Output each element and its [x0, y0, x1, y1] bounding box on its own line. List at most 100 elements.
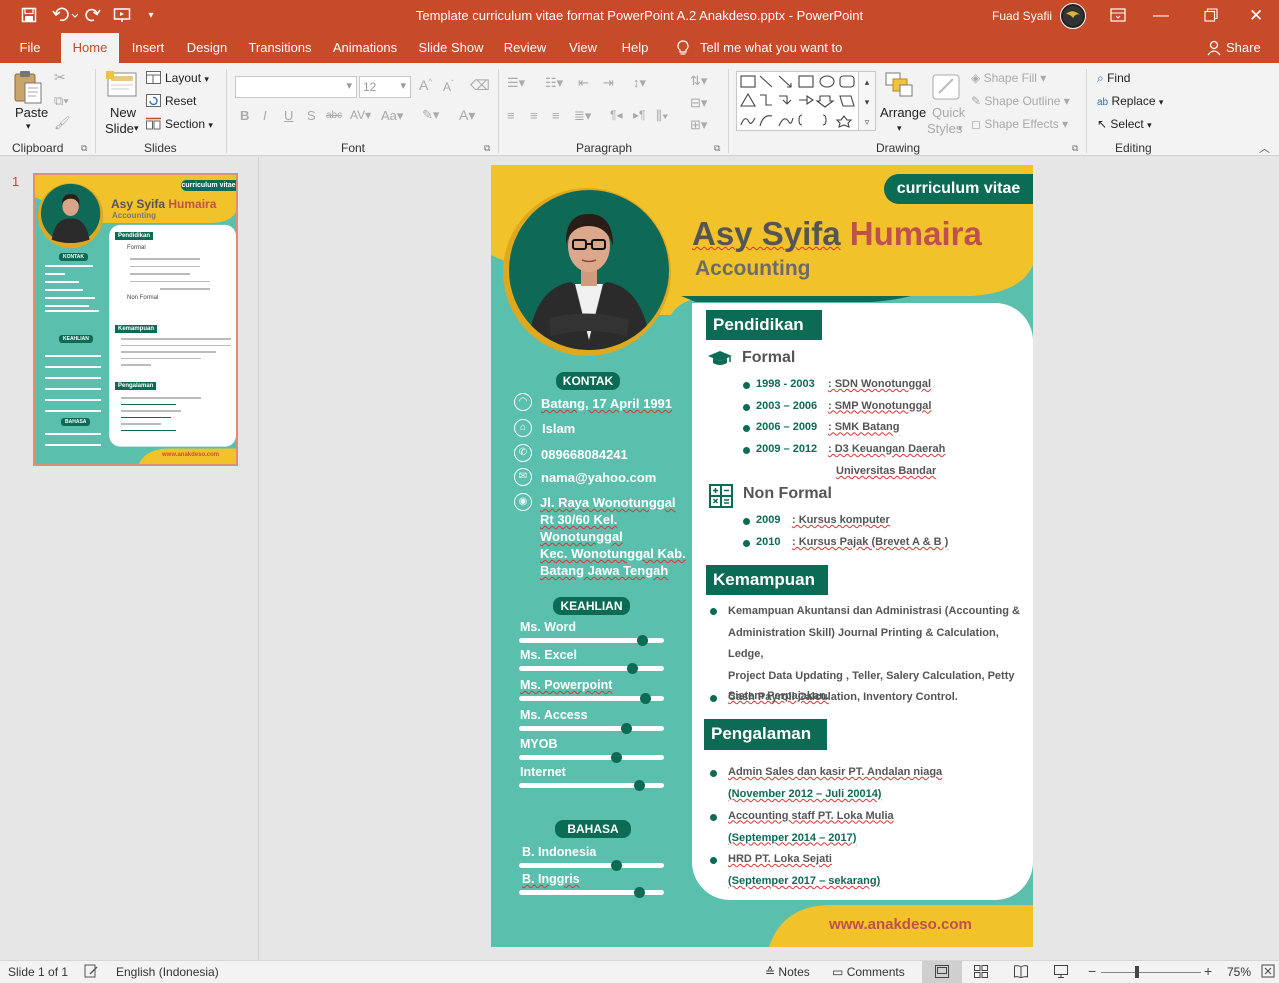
strikethrough-icon[interactable]: abc: [326, 110, 342, 121]
new-slide-icon[interactable]: [105, 70, 139, 103]
paragraph-launcher-icon[interactable]: ⧉: [714, 143, 720, 154]
character-spacing-icon[interactable]: AV▾: [350, 108, 371, 122]
align-center-icon[interactable]: ≡: [530, 108, 538, 123]
restore-icon[interactable]: [1204, 8, 1218, 25]
shapes-gallery[interactable]: [736, 71, 876, 131]
find-button[interactable]: ⌕ Find: [1097, 71, 1130, 86]
zoom-level[interactable]: 75%: [1227, 965, 1251, 979]
underline-icon[interactable]: U: [284, 108, 293, 123]
quick-styles-button[interactable]: Quick: [932, 105, 965, 120]
new-slide-button-line2[interactable]: Slide: [105, 121, 134, 136]
quick-styles-icon[interactable]: [931, 71, 963, 104]
minimize-icon[interactable]: —: [1153, 7, 1169, 25]
layout-button[interactable]: Layout ▾: [165, 71, 209, 85]
reset-icon[interactable]: [146, 94, 161, 110]
quick-styles-dropdown-icon[interactable]: ▾: [958, 123, 963, 134]
user-name[interactable]: Fuad Syafii: [992, 9, 1052, 23]
clipboard-launcher-icon[interactable]: ⧉: [81, 143, 87, 154]
bold-icon[interactable]: B: [240, 108, 249, 123]
paste-dropdown-icon[interactable]: ▾: [26, 121, 31, 132]
slide-canvas[interactable]: curriculum vitae Asy Syifa Humaira Accou…: [491, 165, 1033, 947]
tab-animations[interactable]: Animations: [329, 33, 401, 63]
cut-icon[interactable]: ✂: [54, 69, 66, 86]
tab-file[interactable]: File: [12, 33, 48, 63]
slide-sorter-icon[interactable]: [974, 965, 988, 981]
fit-to-window-icon[interactable]: [1261, 964, 1275, 981]
decrease-font-icon[interactable]: Aˇ: [443, 79, 454, 94]
new-slide-button[interactable]: New: [110, 105, 136, 120]
reset-button[interactable]: Reset: [165, 94, 196, 108]
zoom-out-icon[interactable]: −: [1088, 963, 1096, 979]
spellcheck-icon[interactable]: [84, 964, 98, 981]
smartart-icon[interactable]: ⊞▾: [690, 117, 707, 133]
shadow-icon[interactable]: S: [307, 108, 316, 123]
align-right-icon[interactable]: ≡: [552, 108, 560, 123]
change-case-icon[interactable]: Aa▾: [381, 108, 403, 124]
increase-indent-icon[interactable]: ⇥: [603, 75, 614, 91]
share-button[interactable]: Share: [1226, 33, 1261, 63]
zoom-in-icon[interactable]: +: [1204, 963, 1212, 979]
tab-home[interactable]: Home: [61, 33, 119, 63]
close-icon[interactable]: ✕: [1249, 6, 1263, 26]
font-color-icon[interactable]: A▾: [459, 107, 475, 124]
arrange-icon[interactable]: [884, 71, 916, 102]
start-from-beginning-icon[interactable]: [113, 7, 131, 25]
tab-review[interactable]: Review: [501, 33, 549, 63]
language-indicator[interactable]: English (Indonesia): [116, 965, 219, 979]
tab-design[interactable]: Design: [183, 33, 231, 63]
layout-icon[interactable]: [146, 71, 161, 87]
font-size-input[interactable]: 12 ▾: [359, 76, 411, 98]
shapes-scroll[interactable]: ▴ ▾ ▿: [858, 71, 876, 131]
avatar[interactable]: [1060, 3, 1086, 29]
copy-icon[interactable]: ⧉▾: [54, 93, 69, 109]
arrange-dropdown-icon[interactable]: ▾: [897, 123, 902, 134]
redo-icon[interactable]: [84, 7, 102, 25]
font-launcher-icon[interactable]: ⧉: [484, 143, 490, 154]
highlight-icon[interactable]: ✎▾: [422, 107, 439, 123]
undo-icon[interactable]: [50, 7, 80, 25]
clear-formatting-icon[interactable]: ⌫: [470, 77, 490, 94]
zoom-slider[interactable]: [1101, 972, 1201, 973]
align-left-icon[interactable]: ≡: [507, 108, 515, 123]
save-icon[interactable]: [20, 7, 38, 25]
font-name-dropdown-icon[interactable]: ▾: [346, 79, 352, 92]
tab-slide-show[interactable]: Slide Show: [417, 33, 485, 63]
new-slide-dropdown-icon[interactable]: ▾: [134, 123, 139, 134]
tab-view[interactable]: View: [565, 33, 601, 63]
slide-thumbnail[interactable]: curriculum vitae Asy Syifa Humaira Accou…: [33, 173, 238, 466]
columns-icon[interactable]: ⫼▾: [656, 108, 668, 124]
paste-button[interactable]: Paste: [15, 105, 48, 120]
paste-icon[interactable]: [12, 69, 46, 108]
justify-icon[interactable]: ≣▾: [574, 108, 591, 124]
collapse-ribbon-icon[interactable]: ︿: [1259, 140, 1270, 156]
select-button[interactable]: ↖ Select ▾: [1097, 117, 1152, 131]
shape-fill-button[interactable]: ◈ Shape Fill ▾: [971, 71, 1046, 85]
tell-me-search[interactable]: Tell me what you want to do: [700, 33, 860, 85]
decrease-indent-icon[interactable]: ⇤: [578, 75, 589, 91]
notes-button[interactable]: ≙ Notes: [765, 965, 810, 979]
increase-font-icon[interactable]: A^: [419, 77, 432, 93]
bullets-icon[interactable]: ☰▾: [507, 75, 525, 91]
slideshow-view-icon[interactable]: [1054, 965, 1068, 981]
section-icon[interactable]: [146, 117, 161, 133]
font-name-input[interactable]: ▾: [235, 76, 357, 98]
numbering-icon[interactable]: ☷▾: [545, 75, 563, 91]
shape-effects-button[interactable]: ◻ Shape Effects ▾: [971, 117, 1068, 131]
format-painter-icon[interactable]: 🖌: [54, 115, 71, 131]
reading-view-icon[interactable]: [1014, 965, 1028, 981]
comments-button[interactable]: ▭ Comments: [832, 965, 905, 979]
italic-icon[interactable]: I: [263, 108, 267, 123]
align-text-icon[interactable]: ⊟▾: [690, 95, 707, 111]
line-spacing-icon[interactable]: ↕▾: [633, 75, 646, 91]
zoom-slider-thumb[interactable]: [1135, 966, 1139, 978]
text-direction-icon[interactable]: ⇅▾: [690, 73, 707, 89]
drawing-launcher-icon[interactable]: ⧉: [1072, 143, 1078, 154]
ltr-icon[interactable]: ¶◂: [610, 108, 622, 122]
ribbon-display-options-icon[interactable]: [1110, 8, 1126, 25]
tab-transitions[interactable]: Transitions: [247, 33, 313, 63]
rtl-icon[interactable]: ▸¶: [633, 108, 645, 122]
normal-view-button[interactable]: [922, 961, 962, 983]
section-button[interactable]: Section ▾: [165, 117, 213, 131]
tab-help[interactable]: Help: [617, 33, 653, 63]
shape-outline-button[interactable]: ✎ Shape Outline ▾: [971, 94, 1070, 108]
